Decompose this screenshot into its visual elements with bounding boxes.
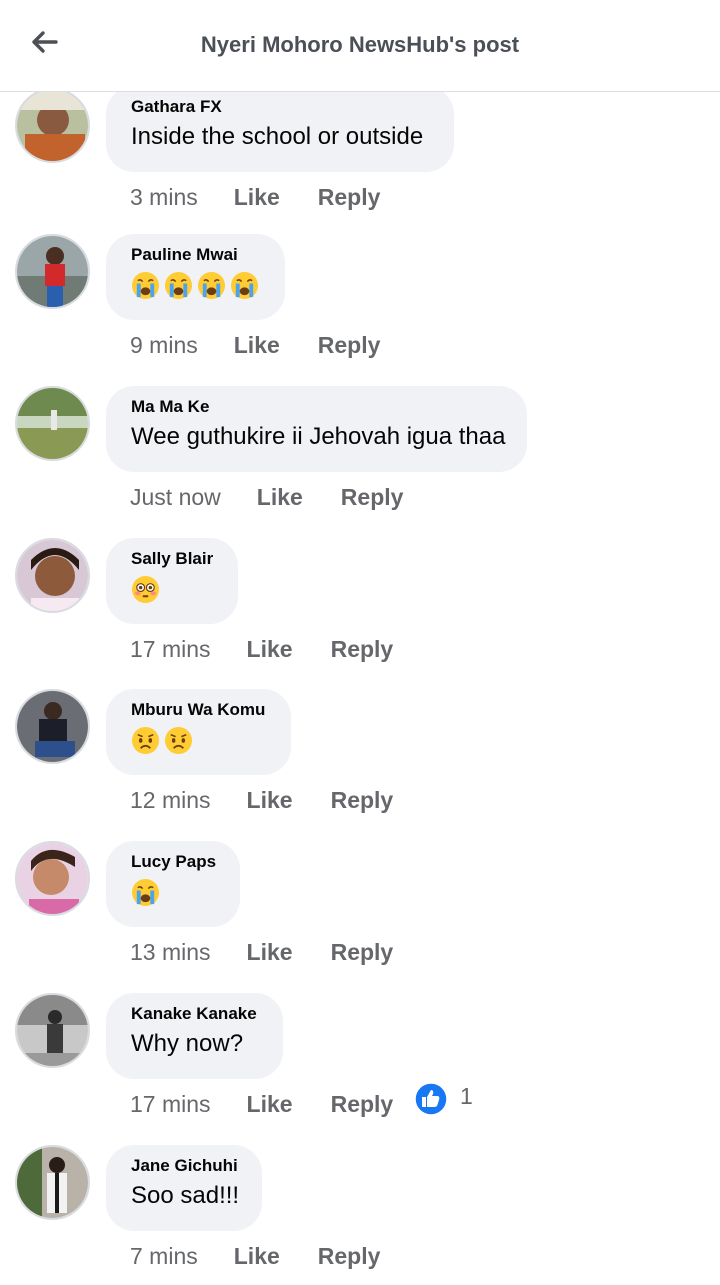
loudly-crying-face-icon	[131, 878, 160, 907]
worried-face-icon	[131, 726, 160, 755]
reply-button[interactable]: Reply	[331, 787, 394, 814]
reply-button[interactable]: Reply	[331, 1091, 394, 1118]
avatar[interactable]	[15, 1145, 90, 1220]
comment-time: 9 mins	[130, 331, 198, 358]
like-button[interactable]: Like	[234, 1243, 280, 1270]
like-button[interactable]: Like	[234, 184, 280, 211]
comment-meta: 7 mins Like Reply	[130, 1241, 380, 1271]
comment-bubble[interactable]: Pauline Mwai	[106, 234, 285, 320]
comment-item: Kanake Kanake Why now? 17 mins Like Repl…	[0, 973, 720, 1125]
comment-author[interactable]: Kanake Kanake	[131, 1003, 258, 1025]
loudly-crying-face-icon	[131, 271, 160, 300]
comment-bubble[interactable]: Jane Gichuhi Soo sad!!!	[106, 1145, 262, 1231]
reply-button[interactable]: Reply	[318, 332, 381, 359]
comment-time: 3 mins	[130, 183, 198, 210]
avatar[interactable]	[15, 92, 90, 163]
page-title: Nyeri Mohoro NewsHub's post	[200, 32, 520, 57]
thumbs-up-icon	[414, 1082, 448, 1116]
like-button[interactable]: Like	[247, 939, 293, 966]
comment-meta: 13 mins Like Reply	[130, 937, 393, 967]
avatar[interactable]	[15, 841, 90, 916]
reply-button[interactable]: Reply	[331, 939, 394, 966]
worried-face-icon	[164, 726, 193, 755]
comment-item: Jane Gichuhi Soo sad!!! 7 mins Like Repl…	[0, 1125, 720, 1277]
reply-button[interactable]: Reply	[318, 1243, 381, 1270]
avatar[interactable]	[15, 538, 90, 613]
comment-item: Gathara FX Inside the school or outside …	[0, 92, 720, 214]
emoji-row	[131, 271, 260, 300]
like-button[interactable]: Like	[234, 332, 280, 359]
like-button[interactable]: Like	[247, 636, 293, 663]
comment-time: 7 mins	[130, 1242, 198, 1269]
comment-bubble[interactable]: Kanake Kanake Why now?	[106, 993, 283, 1079]
comment-author[interactable]: Sally Blair	[131, 548, 213, 570]
comment-bubble[interactable]: Lucy Paps	[106, 841, 240, 927]
reply-button[interactable]: Reply	[318, 184, 381, 211]
comment-text: Why now?	[131, 1030, 244, 1057]
like-button[interactable]: Like	[247, 787, 293, 814]
comment-meta: 17 mins Like Reply	[130, 1089, 393, 1119]
comment-bubble[interactable]: Ma Ma Ke Wee guthukire ii Jehovah igua t…	[106, 386, 527, 472]
reaction-count: 1	[460, 1082, 473, 1109]
comment-item: Sally Blair 17 mins Like Reply	[0, 518, 720, 670]
comment-meta: 17 mins Like Reply	[130, 634, 393, 664]
comment-time: 12 mins	[130, 786, 211, 813]
comment-author[interactable]: Mburu Wa Komu	[131, 699, 266, 721]
emoji-row	[131, 726, 266, 755]
comment-meta: 12 mins Like Reply	[130, 785, 393, 815]
loudly-crying-face-icon	[197, 271, 226, 300]
avatar[interactable]	[15, 689, 90, 764]
reaction-summary[interactable]: 1	[414, 1082, 473, 1116]
comment-text: Wee guthukire ii Jehovah igua thaa	[131, 423, 506, 450]
comment-text: Inside the school or outside	[131, 123, 424, 150]
comment-bubble[interactable]: Sally Blair	[106, 538, 238, 624]
avatar[interactable]	[15, 386, 90, 461]
reply-button[interactable]: Reply	[331, 636, 394, 663]
comment-author[interactable]: Pauline Mwai	[131, 244, 260, 266]
comment-item: Pauline Mwai 9 mins Like Reply	[0, 214, 720, 366]
comment-item: Mburu Wa Komu 12 mins Like Reply	[0, 670, 720, 822]
avatar[interactable]	[15, 234, 90, 309]
comment-text: Soo sad!!!	[131, 1182, 240, 1209]
comment-time: Just now	[130, 483, 221, 510]
loudly-crying-face-icon	[230, 271, 259, 300]
avatar[interactable]	[15, 993, 90, 1068]
like-button[interactable]: Like	[247, 1091, 293, 1118]
comment-meta: Just now Like Reply	[130, 482, 403, 512]
comment-author[interactable]: Ma Ma Ke	[131, 396, 502, 418]
top-bar: Nyeri Mohoro NewsHub's post	[0, 0, 720, 92]
comment-author[interactable]: Jane Gichuhi	[131, 1155, 238, 1177]
comment-bubble[interactable]: Mburu Wa Komu	[106, 689, 291, 775]
comment-author[interactable]: Lucy Paps	[131, 851, 216, 873]
comment-author[interactable]: Gathara FX	[131, 96, 429, 118]
comment-bubble[interactable]: Gathara FX Inside the school or outside	[106, 92, 454, 172]
flushed-face-icon	[131, 575, 160, 604]
comment-time: 17 mins	[130, 635, 211, 662]
emoji-row	[131, 575, 213, 604]
emoji-row	[131, 878, 215, 907]
comment-list[interactable]: Gathara FX Inside the school or outside …	[0, 92, 720, 1285]
comment-item: Lucy Paps 13 mins Like Reply	[0, 821, 720, 973]
comment-meta: 3 mins Like Reply	[130, 182, 380, 212]
comment-time: 13 mins	[130, 938, 211, 965]
loudly-crying-face-icon	[164, 271, 193, 300]
reply-button[interactable]: Reply	[341, 484, 404, 511]
comment-time: 17 mins	[130, 1090, 211, 1117]
comment-meta: 9 mins Like Reply	[130, 330, 380, 360]
like-button[interactable]: Like	[257, 484, 303, 511]
comment-item: Ma Ma Ke Wee guthukire ii Jehovah igua t…	[0, 366, 720, 518]
